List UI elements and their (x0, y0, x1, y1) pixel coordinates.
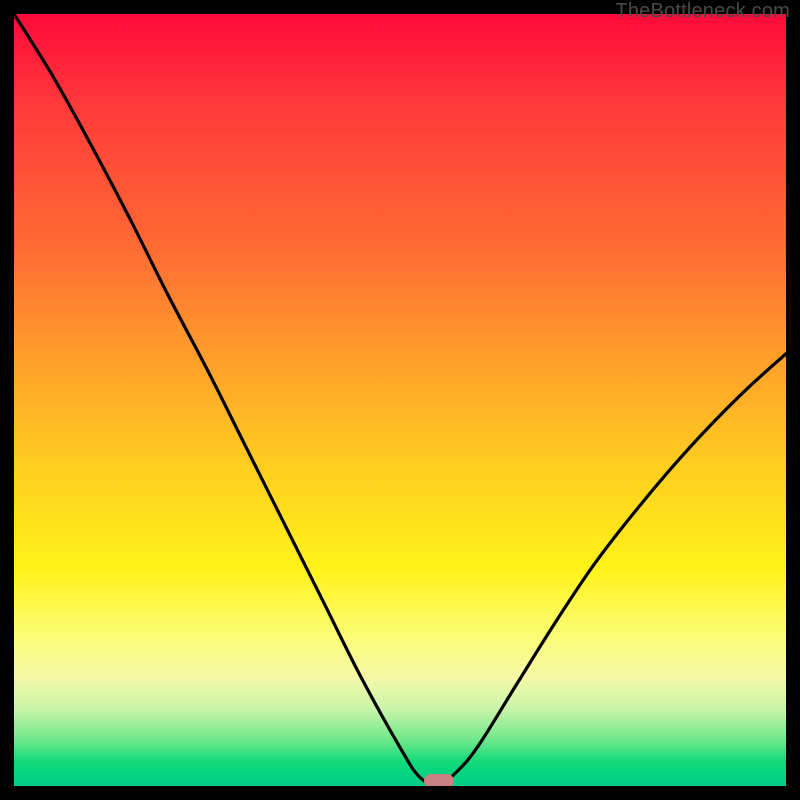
plot-area (14, 14, 786, 786)
attribution-watermark: TheBottleneck.com (615, 0, 790, 23)
bottleneck-sweet-spot-marker (424, 774, 454, 786)
chart-frame: TheBottleneck.com (0, 0, 800, 800)
bottleneck-curve (14, 14, 786, 786)
